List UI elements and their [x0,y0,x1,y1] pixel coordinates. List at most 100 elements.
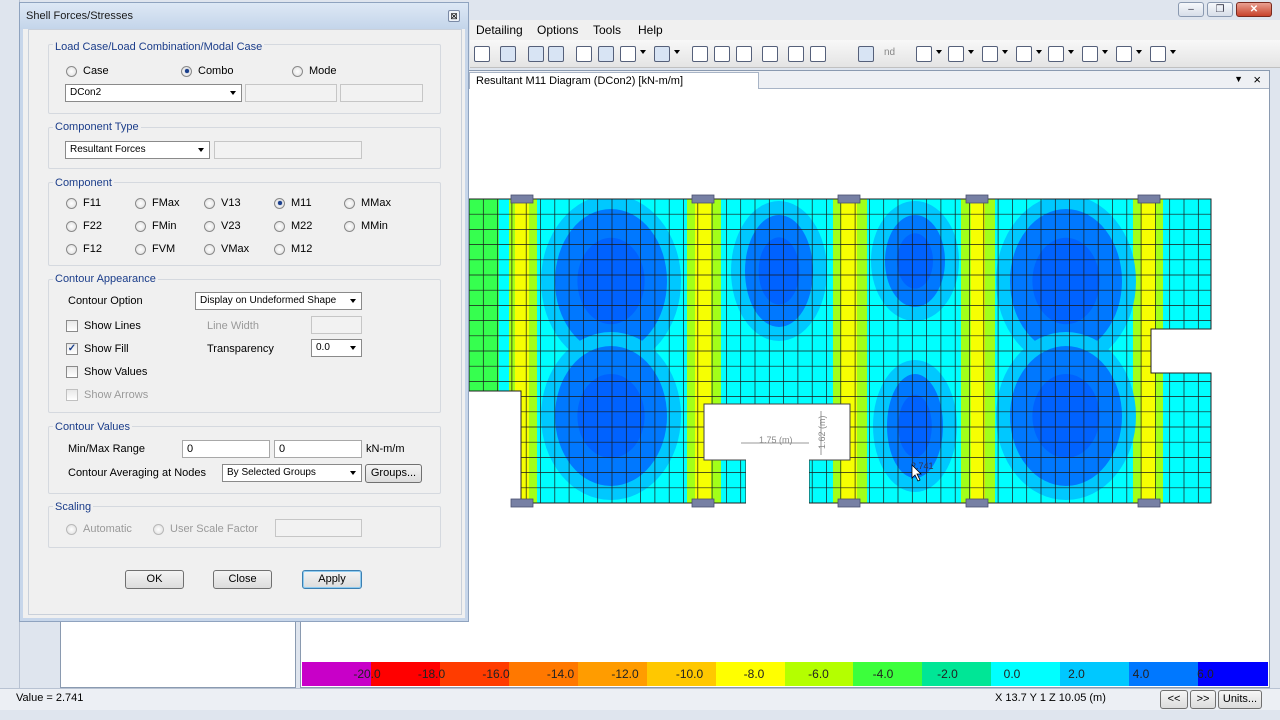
apply-button[interactable]: Apply [302,570,362,589]
load-combo-select[interactable]: DCon2 [65,84,242,102]
previous-button[interactable]: << [1160,690,1188,709]
chevron-down-icon[interactable] [936,50,942,54]
minimize-button[interactable]: – [1178,2,1204,17]
show-values-checkbox[interactable]: Show Values [66,366,147,378]
component-type-select[interactable]: Resultant Forces [65,141,210,159]
radio-dot [135,220,146,232]
radio-m11[interactable]: M11 [274,197,312,209]
channel-icon[interactable] [1082,46,1098,62]
restore-button[interactable]: ❐ [1207,2,1233,17]
chevron-down-icon[interactable] [1068,50,1074,54]
radio-m12[interactable]: M12 [274,243,312,255]
radio-case-dot [66,65,77,77]
radio-mmin[interactable]: MMin [344,220,388,232]
menu-options[interactable]: Options [537,23,578,37]
chevron-down-icon[interactable] [1002,50,1008,54]
view-tab-active[interactable]: Resultant M11 Diagram (DCon2) [kN-m/m] [469,72,759,89]
radio-f11[interactable]: F11 [66,197,101,209]
radio-mmax[interactable]: MMax [344,197,391,209]
chevron-down-icon[interactable] [1036,50,1042,54]
ok-button[interactable]: OK [125,570,184,589]
averaging-select[interactable]: By Selected Groups [222,464,362,482]
units-button[interactable]: Units... [1218,690,1262,709]
bars-icon[interactable] [736,46,752,62]
radio-vmax[interactable]: VMax [204,243,249,255]
radio-v13[interactable]: V13 [204,197,241,209]
radio-label: MMin [361,220,388,232]
radio-f22[interactable]: F22 [66,220,102,232]
link-icon[interactable] [1150,46,1166,62]
column-icon[interactable] [1016,46,1032,62]
distributed-load-icon[interactable] [810,46,826,62]
shell-icon[interactable] [858,46,874,62]
chevron-down-icon[interactable] [968,50,974,54]
radio-mode[interactable]: Mode [292,65,337,77]
radio-label: VMax [221,243,250,255]
glasses-icon[interactable] [500,46,516,62]
wave-icon[interactable] [1048,46,1064,62]
chevron-down-icon[interactable] [674,50,680,54]
dimension-horizontal: 1.75 (m) [759,435,793,445]
box-icon[interactable] [654,46,670,62]
radio-f12[interactable]: F12 [66,243,102,255]
i-section-icon[interactable] [916,46,932,62]
radio-v23[interactable]: V23 [204,220,241,232]
close-window-button[interactable]: ✕ [1236,2,1272,17]
dialog-close-button[interactable]: ⊠ [448,10,460,22]
checkbox-icon[interactable] [598,46,614,62]
close-icon[interactable]: × [1253,72,1261,87]
load-arrow-icon[interactable] [788,46,804,62]
refresh-icon[interactable] [474,46,490,62]
contour-appearance-title: Contour Appearance [53,273,158,285]
radio-dot [344,197,355,209]
legend-label: 2.0 [1068,667,1085,681]
frame-icon[interactable] [620,46,636,62]
menu-tools[interactable]: Tools [593,23,621,37]
load-case-field-1 [245,84,337,102]
contour-option-select[interactable]: Display on Undeformed Shape [195,292,362,310]
radio-combo-label: Combo [198,65,234,77]
radio-label: V13 [221,197,241,209]
groups-button[interactable]: Groups... [365,464,422,483]
radio-fvm[interactable]: FVM [135,243,175,255]
moment-icon[interactable] [714,46,730,62]
move-down-icon[interactable] [548,46,564,62]
max-range-input[interactable]: 0 [274,440,362,458]
menu-help[interactable]: Help [638,23,663,37]
menu-detailing[interactable]: Detailing [476,23,523,37]
t-section-icon[interactable] [982,46,998,62]
radio-dot [204,243,215,255]
scaling-title: Scaling [53,501,94,513]
chevron-down-icon[interactable] [1136,50,1142,54]
radio-case[interactable]: Case [66,65,109,77]
close-button[interactable]: Close [213,570,272,589]
column-support [1137,498,1161,508]
chevron-down-icon[interactable] [1102,50,1108,54]
min-range-input[interactable]: 0 [182,440,270,458]
radio-m22[interactable]: M22 [274,220,312,232]
bracing-icon[interactable] [762,46,778,62]
pen-icon[interactable] [1116,46,1132,62]
contour-values-title: Contour Values [53,421,133,433]
show-fill-checkbox[interactable]: ✓ Show Fill [66,343,129,355]
chevron-down-icon[interactable]: ▼ [1234,74,1243,84]
radio-automatic: Automatic [66,523,132,535]
radio-fmax[interactable]: FMax [135,197,180,209]
dialog-titlebar[interactable]: Shell Forces/Stresses ⊠ [20,3,468,29]
contour-core [897,233,933,289]
move-up-icon[interactable] [528,46,544,62]
chevron-down-icon[interactable] [640,50,646,54]
chevron-down-icon[interactable] [1170,50,1176,54]
next-button[interactable]: >> [1190,690,1216,709]
radio-mode-dot [292,65,303,77]
box-section-icon[interactable] [948,46,964,62]
portal-icon[interactable] [692,46,708,62]
component-type-title: Component Type [53,121,141,133]
radio-combo[interactable]: Combo [181,65,233,77]
explorer-panel[interactable] [60,620,296,688]
transparency-select[interactable]: 0.0 [311,339,362,357]
grid-select-icon[interactable] [576,46,592,62]
radio-fmin[interactable]: FMin [135,220,176,232]
radio-mode-label: Mode [309,65,337,77]
show-lines-checkbox[interactable]: Show Lines [66,320,141,332]
